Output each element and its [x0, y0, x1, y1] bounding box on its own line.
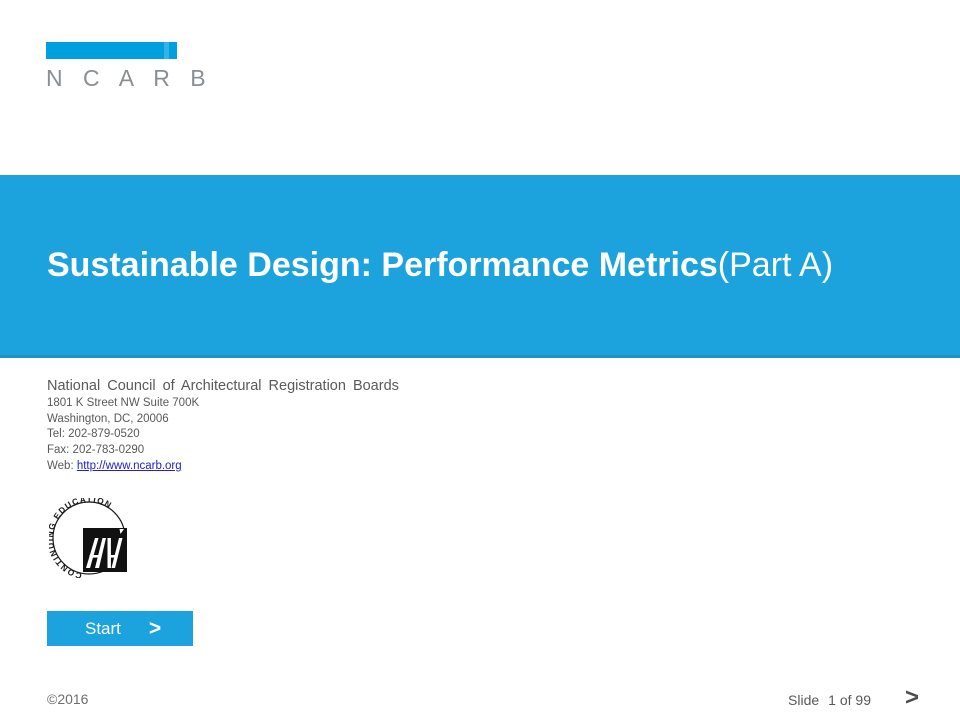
- start-button-label: Start: [85, 618, 121, 638]
- logo-blue-bar: [46, 42, 177, 59]
- slide-counter: Slide 1 of 99: [788, 692, 871, 708]
- ncarb-website-link[interactable]: http://www.ncarb.org: [77, 460, 182, 472]
- logo-wordmark: N C A R B: [46, 65, 213, 91]
- aia-continuing-education-seal-icon: CONTINUING EDUCATION: [49, 498, 129, 578]
- chevron-right-icon: >: [148, 617, 162, 640]
- contact-telephone: Tel: 202-879-0520: [47, 428, 140, 441]
- ncarb-logo: N C A R B: [46, 42, 213, 91]
- page-title-suffix: (Part A): [717, 246, 834, 284]
- page-title: Sustainable Design: Performance Metrics …: [47, 175, 833, 355]
- contact-address-line-1: 1801 K Street NW Suite 700K: [47, 397, 200, 409]
- next-slide-chevron-icon[interactable]: >: [905, 686, 919, 710]
- page-title-main: Sustainable Design: Performance Metrics: [47, 246, 718, 284]
- title-band: Sustainable Design: Performance Metrics …: [0, 175, 960, 358]
- contact-organization: National Council of Architectural Regist…: [47, 378, 399, 394]
- contact-web: Web: http://www.ncarb.org: [47, 459, 399, 475]
- contact-web-label: Web:: [47, 459, 77, 472]
- contact-address-line-2: Washington, DC, 20006: [47, 412, 169, 425]
- start-button[interactable]: Start >: [47, 611, 193, 646]
- slide-counter-label: Slide: [788, 692, 820, 708]
- logo-bar-notch: [164, 42, 169, 59]
- contact-block: National Council of Architectural Regist…: [47, 377, 399, 475]
- slide-counter-position: 1 of 99: [828, 692, 871, 708]
- contact-fax: Fax: 202-783-0290: [47, 444, 145, 457]
- copyright-text: ©2016: [47, 691, 89, 707]
